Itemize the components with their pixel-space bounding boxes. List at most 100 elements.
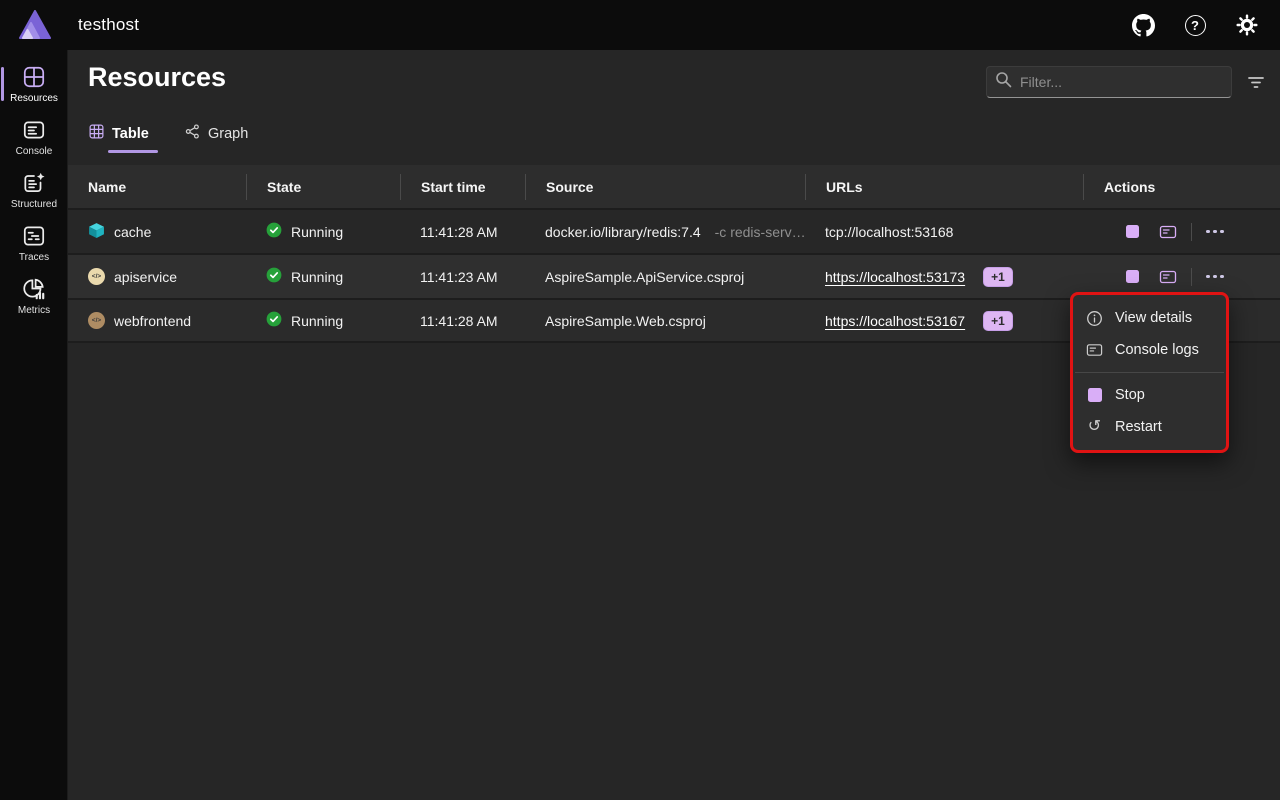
column-header-state: State [246, 174, 400, 200]
share-graph-icon [184, 123, 201, 145]
filter-input[interactable] [1020, 74, 1223, 90]
menu-divider [1075, 372, 1224, 373]
actions-context-menu: View details Console logs Stop ↺ Restart [1070, 292, 1229, 453]
sidebar-item-structured[interactable]: Structured [0, 164, 68, 216]
column-header-urls: URLs [805, 174, 1083, 200]
filter-box [986, 66, 1232, 98]
state-cell: Running [246, 222, 400, 241]
resource-name: cache [114, 224, 151, 240]
running-check-icon [266, 311, 282, 330]
question-mark-glyph: ? [1185, 15, 1206, 36]
running-check-icon [266, 222, 282, 241]
filter-icon[interactable] [1246, 72, 1266, 92]
more-actions-button[interactable] [1200, 218, 1230, 246]
menu-item-label: Stop [1115, 387, 1145, 403]
page-title: Resources [88, 62, 226, 93]
grid-icon [21, 64, 47, 90]
state-cell: Running [246, 311, 400, 330]
more-urls-badge[interactable]: +1 [983, 267, 1013, 287]
view-tabs: Table Graph [88, 122, 248, 153]
start-time-cell: 11:41:28 AM [400, 313, 525, 329]
sidebar-item-label: Metrics [18, 305, 50, 316]
document-sparkle-icon [21, 170, 47, 196]
sidebar-item-console[interactable]: Console [0, 111, 68, 163]
traces-icon [21, 223, 47, 249]
state-label: Running [291, 313, 343, 329]
search-icon [995, 71, 1012, 93]
pie-chart-icon [21, 276, 47, 302]
tab-graph-label: Graph [208, 126, 248, 142]
start-time-cell: 11:41:28 AM [400, 224, 525, 240]
tab-graph[interactable]: Graph [184, 122, 248, 153]
actions-divider [1191, 223, 1192, 241]
running-check-icon [266, 267, 282, 286]
name-cell: </> apiservice [68, 268, 246, 285]
column-header-source: Source [525, 174, 805, 200]
menu-item-console-logs[interactable]: Console logs [1073, 334, 1226, 366]
stop-button[interactable] [1117, 218, 1147, 246]
table-header-row: Name State Start time Source URLs Action… [68, 165, 1280, 208]
state-label: Running [291, 269, 343, 285]
ellipsis-icon [1206, 275, 1224, 279]
column-header-name: Name [68, 174, 246, 200]
menu-item-stop[interactable]: Stop [1073, 379, 1226, 411]
more-actions-button[interactable] [1200, 263, 1230, 291]
endpoint-link[interactable]: https://localhost:53167 [825, 313, 965, 329]
name-cell: cache [68, 222, 246, 242]
source-cell: docker.io/library/redis:7.4-c redis-serv… [525, 224, 805, 240]
stop-square-icon [1126, 270, 1139, 283]
column-header-start-time: Start time [400, 174, 525, 200]
column-header-actions: Actions [1083, 174, 1280, 200]
console-logs-button[interactable] [1153, 263, 1183, 291]
console-icon [21, 117, 47, 143]
code-project-icon: </> [88, 268, 105, 285]
source-cell: AspireSample.ApiService.csproj [525, 269, 805, 285]
actions-divider [1191, 268, 1192, 286]
resource-name: apiservice [114, 269, 177, 285]
table-grid-icon [88, 123, 105, 145]
code-project-icon: </> [88, 312, 105, 329]
aspire-logo-icon [18, 9, 52, 41]
start-time-cell: 11:41:23 AM [400, 269, 525, 285]
urls-cell: https://localhost:53173 +1 [805, 267, 1083, 287]
sidebar-item-traces[interactable]: Traces [0, 217, 68, 269]
sidebar-item-label: Console [16, 146, 53, 157]
resource-name: webfrontend [114, 313, 191, 329]
table-row-cache[interactable]: cache Running 11:41:28 AM docker.io/libr… [68, 208, 1280, 253]
name-cell: </> webfrontend [68, 312, 246, 329]
github-icon[interactable] [1130, 12, 1156, 38]
actions-cell [1083, 263, 1280, 291]
tab-table[interactable]: Table [88, 122, 158, 153]
tab-table-label: Table [112, 126, 149, 142]
source-detail: -c redis-serv… [715, 224, 805, 240]
sidebar-item-label: Resources [10, 93, 58, 104]
stop-square-icon [1086, 387, 1103, 404]
sidebar-item-metrics[interactable]: Metrics [0, 270, 68, 322]
menu-item-restart[interactable]: ↺ Restart [1073, 411, 1226, 443]
urls-cell: tcp://localhost:53168 [805, 224, 1083, 240]
top-bar: testhost ? [0, 0, 1280, 50]
menu-item-label: Restart [1115, 419, 1162, 435]
console-logs-button[interactable] [1153, 218, 1183, 246]
sidebar-item-resources[interactable]: Resources [0, 58, 68, 110]
help-icon[interactable]: ? [1182, 12, 1208, 38]
stop-button[interactable] [1117, 263, 1147, 291]
endpoint-link[interactable]: https://localhost:53173 [825, 269, 965, 285]
source-cell: AspireSample.Web.csproj [525, 313, 805, 329]
menu-item-label: View details [1115, 310, 1192, 326]
state-label: Running [291, 224, 343, 240]
menu-item-label: Console logs [1115, 342, 1199, 358]
sidebar: Resources Console Structured Traces [0, 50, 68, 800]
urls-cell: https://localhost:53167 +1 [805, 311, 1083, 331]
stop-square-icon [1126, 225, 1139, 238]
sidebar-item-label: Structured [11, 199, 57, 210]
menu-item-view-details[interactable]: View details [1073, 302, 1226, 334]
actions-cell [1083, 218, 1280, 246]
endpoint-text: tcp://localhost:53168 [825, 224, 953, 240]
settings-gear-icon[interactable] [1234, 12, 1260, 38]
more-urls-badge[interactable]: +1 [983, 311, 1013, 331]
restart-icon: ↺ [1086, 419, 1103, 436]
container-cube-icon [88, 222, 105, 242]
ellipsis-icon [1206, 230, 1224, 234]
active-tab-underline [108, 150, 158, 153]
